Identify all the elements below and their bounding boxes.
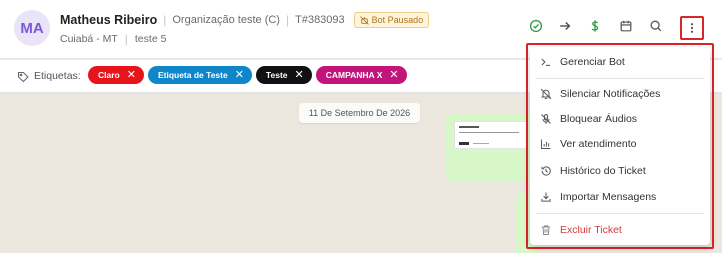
preview-line <box>473 143 489 144</box>
preview-line <box>459 132 519 133</box>
menu-divider <box>536 78 704 79</box>
remove-tag-icon[interactable]: ✕ <box>235 69 244 81</box>
avatar[interactable]: MA <box>14 10 50 46</box>
menu-item-label: Gerenciar Bot <box>560 56 625 68</box>
dollar-icon <box>591 20 599 32</box>
check-circle-icon <box>529 19 543 33</box>
tag-chip-teste[interactable]: Teste ✕ <box>255 66 312 84</box>
menu-divider <box>536 213 704 214</box>
remove-tag-icon[interactable]: ✕ <box>127 69 136 81</box>
contact-subline: Cuiabá - MT | teste 5 <box>60 32 166 46</box>
menu-item-label: Silenciar Notificações <box>560 88 661 100</box>
contact-location: Cuiabá - MT <box>60 33 118 45</box>
download-icon <box>541 192 551 202</box>
menu-item-importar-mensagens[interactable]: Importar Mensagens <box>530 186 710 208</box>
bot-off-icon <box>359 15 369 25</box>
schedule-button[interactable] <box>618 18 634 34</box>
queue-name: teste 5 <box>134 33 167 45</box>
remove-tag-icon[interactable]: ✕ <box>389 69 398 81</box>
menu-item-label: Histórico do Ticket <box>560 165 646 177</box>
menu-item-excluir-ticket[interactable]: Excluir Ticket <box>530 219 710 241</box>
history-icon <box>541 166 551 176</box>
preview-line <box>459 142 469 145</box>
menu-item-label: Bloquear Áudios <box>560 113 638 125</box>
tag-chip-label: CAMPANHA X <box>325 70 383 80</box>
tag-chip-claro[interactable]: Claro ✕ <box>88 66 144 84</box>
separator: | <box>163 13 167 27</box>
date-separator: 11 De Setembro De 2026 <box>299 103 420 123</box>
mic-off-icon <box>541 114 551 124</box>
ticket-number: T#383093 <box>295 14 345 26</box>
message-bubble[interactable] <box>446 114 538 182</box>
tag-list: Claro ✕ Etiqueta de Teste ✕ Teste ✕ CAMP… <box>88 66 407 84</box>
tag-chip-label: Teste <box>265 70 288 80</box>
contact-name[interactable]: Matheus Ribeiro <box>60 13 157 27</box>
terminal-icon <box>541 58 551 66</box>
tag-chip-label: Claro <box>98 70 120 80</box>
payment-button[interactable] <box>587 18 603 34</box>
menu-item-historico-do-ticket[interactable]: Histórico do Ticket <box>530 160 710 182</box>
transfer-ticket-button[interactable] <box>557 18 573 34</box>
separator: | <box>124 32 128 46</box>
preview-line <box>459 126 479 128</box>
menu-item-label: Ver atendimento <box>560 138 637 150</box>
menu-item-ver-atendimento[interactable]: Ver atendimento <box>530 133 710 155</box>
tag-chip-etiqueta-de-teste[interactable]: Etiqueta de Teste ✕ <box>147 66 252 84</box>
search-icon <box>650 20 662 32</box>
resolve-ticket-button[interactable] <box>528 18 544 34</box>
bell-off-icon <box>540 88 552 100</box>
bar-chart-icon <box>541 139 551 149</box>
menu-item-silenciar-notificacoes[interactable]: Silenciar Notificações <box>530 83 710 105</box>
tag-chip-campanha-x[interactable]: CAMPANHA X ✕ <box>315 66 407 84</box>
contact-name-line: Matheus Ribeiro | Organização teste (C) … <box>60 12 430 28</box>
message-attachment-preview[interactable] <box>454 121 528 149</box>
trash-icon <box>541 225 551 235</box>
calendar-icon <box>620 20 632 32</box>
bot-paused-badge: Bot Pausado <box>353 12 430 28</box>
arrow-right-icon <box>560 22 571 30</box>
ticket-options-menu: Gerenciar Bot Silenciar Notificações Blo… <box>530 47 710 245</box>
tag-chip-label: Etiqueta de Teste <box>157 70 228 80</box>
separator: | <box>285 13 290 27</box>
tags-label: Etiquetas: <box>34 70 81 82</box>
search-messages-button[interactable] <box>648 18 664 34</box>
tag-icon <box>17 71 29 83</box>
remove-tag-icon[interactable]: ✕ <box>295 69 304 81</box>
kebab-menu-icon <box>690 23 694 33</box>
menu-item-gerenciar-bot[interactable]: Gerenciar Bot <box>530 51 710 73</box>
menu-item-label: Importar Mensagens <box>560 191 657 203</box>
more-options-button[interactable] <box>680 16 704 40</box>
bot-badge-label: Bot Pausado <box>371 15 424 25</box>
menu-item-bloquear-audios[interactable]: Bloquear Áudios <box>530 108 710 130</box>
menu-item-label: Excluir Ticket <box>560 224 622 236</box>
organization-name[interactable]: Organização teste (C) <box>172 14 280 26</box>
